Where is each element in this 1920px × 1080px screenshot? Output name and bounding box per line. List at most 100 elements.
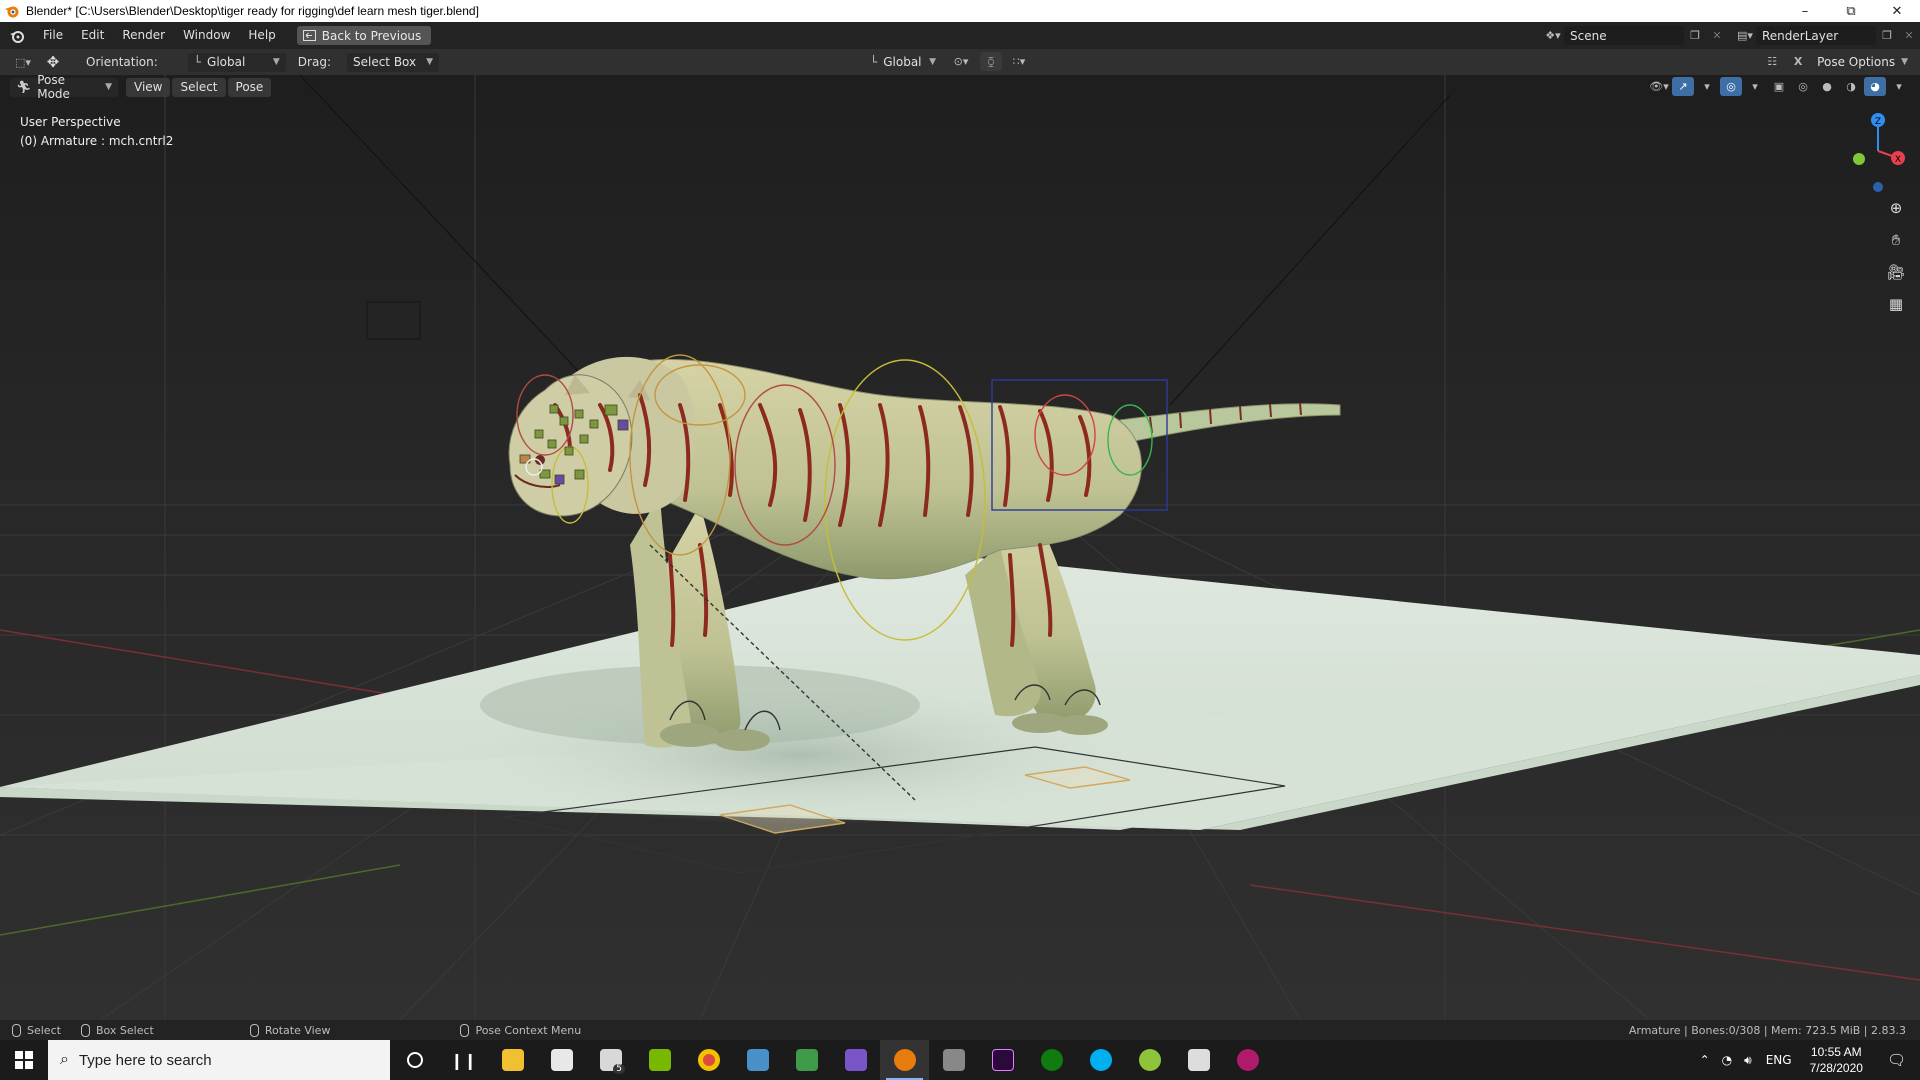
- camtasia-icon[interactable]: [782, 1040, 831, 1080]
- solid-shading-icon[interactable]: ●: [1816, 77, 1838, 96]
- scene-name-field[interactable]: Scene: [1564, 26, 1684, 45]
- drag-value: Select Box: [352, 55, 417, 69]
- drag-dropdown[interactable]: Select Box ▼: [346, 52, 439, 72]
- active-tool-icon[interactable]: ⬚▾: [8, 53, 38, 72]
- restore-button[interactable]: ⧉: [1828, 0, 1874, 22]
- back-to-previous-label: Back to Previous: [321, 28, 422, 43]
- menu-render[interactable]: Render: [113, 22, 174, 49]
- scene-render: [0, 75, 1920, 1020]
- pose-options-dropdown[interactable]: Pose Options ▼: [1813, 52, 1912, 71]
- back-to-previous-button[interactable]: Back to Previous: [296, 26, 432, 45]
- pose-menu[interactable]: Pose: [227, 77, 272, 97]
- nvidia-icon[interactable]: [635, 1040, 684, 1080]
- visibility-icon[interactable]: 👁︎▾: [1648, 77, 1670, 96]
- notifications-icon[interactable]: 🗨︎: [1873, 1051, 1920, 1069]
- tool-icon[interactable]: [929, 1040, 978, 1080]
- photo-app-icon[interactable]: [1223, 1040, 1272, 1080]
- start-button[interactable]: [0, 1040, 48, 1080]
- new-layer-icon[interactable]: ❐: [1876, 26, 1898, 45]
- blender-menu-icon[interactable]: [0, 22, 34, 49]
- new-scene-icon[interactable]: ❐: [1684, 26, 1706, 45]
- rendered-shading-icon[interactable]: ◕: [1864, 77, 1886, 96]
- minimize-button[interactable]: –: [1782, 0, 1828, 22]
- scene-type-icon[interactable]: ❖▾: [1542, 26, 1564, 45]
- taskbar-search-box[interactable]: ⌕ Type here to search: [48, 1040, 390, 1080]
- mouse-right-icon: [460, 1023, 470, 1037]
- 3d-viewport[interactable]: User Perspective (0) Armature : mch.cntr…: [0, 75, 1920, 1020]
- scene-statistics: Armature | Bones:0/308 | Mem: 723.5 MiB …: [1628, 1023, 1906, 1037]
- skype-icon[interactable]: [1076, 1040, 1125, 1080]
- orientation-dropdown[interactable]: └ Global ▼: [187, 52, 286, 72]
- orientation-label: Orientation:: [86, 55, 158, 69]
- negative-z-handle[interactable]: [1873, 182, 1883, 192]
- mode-dropdown[interactable]: 🏃︎ Pose Mode ▼: [10, 73, 118, 101]
- gizmo-toggle-icon[interactable]: ↗: [1672, 77, 1694, 96]
- camera-view-icon[interactable]: 🎥︎: [1884, 260, 1908, 284]
- mouse-middle-icon: [249, 1023, 259, 1037]
- task-view-icon[interactable]: ❙❙: [439, 1040, 488, 1080]
- language-indicator[interactable]: ENG: [1758, 1053, 1800, 1067]
- window-title-bar: Blender* [C:\Users\Blender\Desktop\tiger…: [0, 0, 1920, 22]
- mail-icon[interactable]: 5: [586, 1040, 635, 1080]
- move-tool-icon[interactable]: ✥: [38, 53, 68, 72]
- visual-studio-icon[interactable]: [831, 1040, 880, 1080]
- store-icon[interactable]: [537, 1040, 586, 1080]
- transform-orientation-dropdown[interactable]: └ Global ▼: [864, 52, 942, 71]
- blender-taskbar-icon[interactable]: [880, 1040, 929, 1080]
- delete-layer-icon[interactable]: ✕: [1898, 26, 1920, 45]
- viewport-header: 🏃︎ Pose Mode ▼ View Select Pose 👁︎▾ ↗ ▾ …: [0, 73, 1920, 101]
- y-axis-handle[interactable]: [1853, 153, 1865, 165]
- snap-increment-icon[interactable]: ∷▾: [1006, 52, 1032, 71]
- grid-perspective-icon[interactable]: ▦: [1884, 292, 1908, 316]
- shading-menu-icon[interactable]: ▾: [1888, 77, 1910, 96]
- menu-window[interactable]: Window: [174, 22, 239, 49]
- status-bar: Select Box Select Rotate View Pose Conte…: [0, 1020, 1920, 1040]
- blender-top-bar: File Edit Render Window Help Back to Pre…: [0, 22, 1920, 49]
- hint-rotate-view-label: Rotate View: [264, 1023, 331, 1037]
- zoom-icon[interactable]: ⊕: [1884, 196, 1908, 220]
- gizmo-menu-icon[interactable]: ▾: [1696, 77, 1718, 96]
- navigation-gizmo[interactable]: Z X: [1820, 108, 1910, 208]
- drag-label: Drag:: [297, 55, 331, 69]
- chrome-icon[interactable]: [684, 1040, 733, 1080]
- menu-help[interactable]: Help: [239, 22, 284, 49]
- wireframe-shading-icon[interactable]: ◎: [1792, 77, 1814, 96]
- close-button[interactable]: ✕: [1874, 0, 1920, 22]
- view-layer-icon[interactable]: ▤▾: [1734, 26, 1756, 45]
- hint-context-menu: Pose Context Menu: [460, 1023, 581, 1037]
- other-app-icon[interactable]: [1125, 1040, 1174, 1080]
- cortana-icon[interactable]: [390, 1040, 439, 1080]
- pose-mode-icon: 🏃︎: [16, 80, 32, 94]
- delete-scene-icon[interactable]: ✕: [1706, 26, 1728, 45]
- calculator-icon[interactable]: [1174, 1040, 1223, 1080]
- pivot-point-icon[interactable]: ⊙▾: [946, 52, 976, 71]
- calculator-app-icon[interactable]: [733, 1040, 782, 1080]
- volume-icon[interactable]: 🔊︎: [1738, 1053, 1758, 1068]
- render-layer-field[interactable]: RenderLayer: [1756, 26, 1876, 45]
- xray-toggle-icon[interactable]: ▣: [1768, 77, 1790, 96]
- clock[interactable]: 10:55 AM 7/28/2020: [1800, 1044, 1873, 1076]
- window-title: Blender* [C:\Users\Blender\Desktop\tiger…: [26, 4, 479, 18]
- x-mirror-icon[interactable]: X: [1787, 52, 1809, 71]
- material-shading-icon[interactable]: ◑: [1840, 77, 1862, 96]
- overlays-toggle-icon[interactable]: ◎: [1720, 77, 1742, 96]
- pan-hand-icon[interactable]: ✋︎: [1884, 228, 1908, 252]
- menu-file[interactable]: File: [34, 22, 72, 49]
- select-menu[interactable]: Select: [172, 77, 226, 97]
- hint-select-label: Select: [27, 1023, 61, 1037]
- overlays-menu-icon[interactable]: ▾: [1744, 77, 1766, 96]
- snap-toggle-icon[interactable]: ⧲: [980, 52, 1002, 71]
- z-axis-label: Z: [1875, 117, 1881, 127]
- mouse-left-icon: [12, 1023, 21, 1037]
- view-menu[interactable]: View: [126, 77, 171, 97]
- mail-badge: 5: [613, 1064, 625, 1074]
- show-hidden-icons-icon[interactable]: ⌃: [1694, 1053, 1716, 1067]
- network-icon[interactable]: ◔: [1716, 1053, 1738, 1067]
- chevron-down-icon: ▼: [272, 57, 280, 67]
- premiere-pro-icon[interactable]: [978, 1040, 1027, 1080]
- xbox-icon[interactable]: [1027, 1040, 1076, 1080]
- menu-edit[interactable]: Edit: [72, 22, 113, 49]
- file-explorer-icon[interactable]: [488, 1040, 537, 1080]
- transform-orientation-value: Global: [883, 54, 922, 69]
- xray-bones-icon[interactable]: ☷: [1761, 52, 1783, 71]
